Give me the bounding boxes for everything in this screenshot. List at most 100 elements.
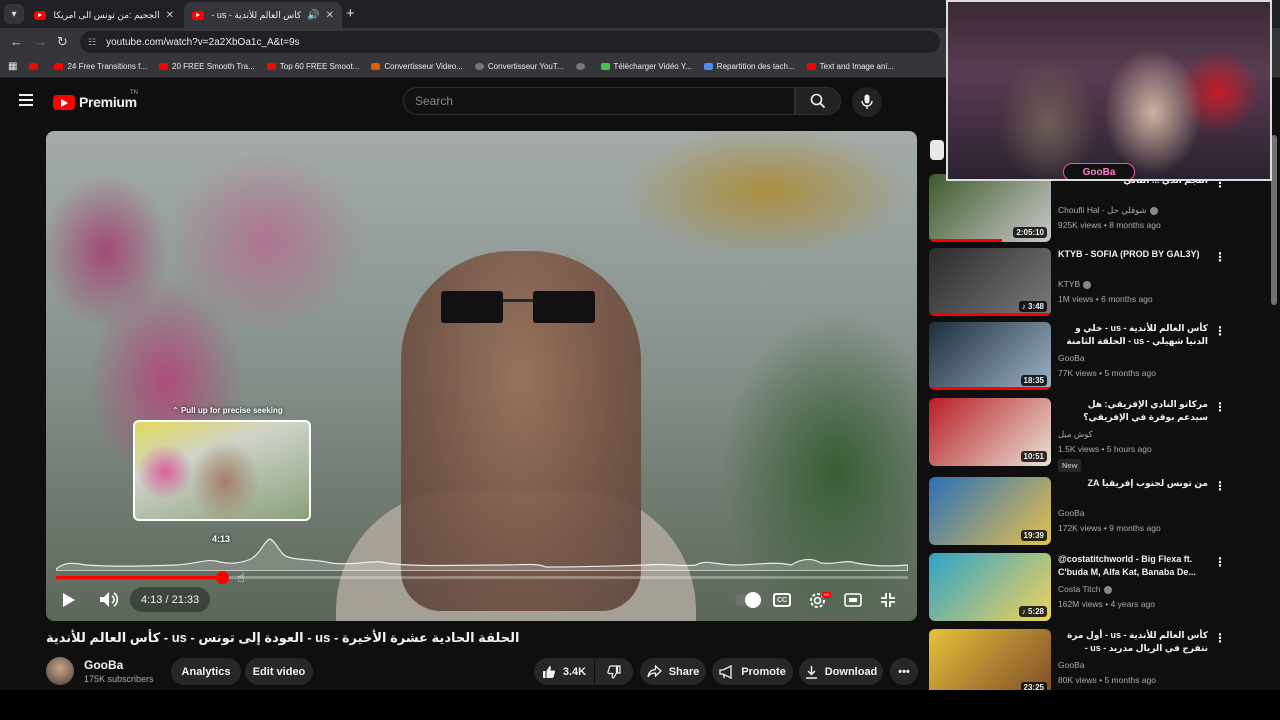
like-count: 3.4K — [562, 665, 587, 678]
recommended-video-channel[interactable]: Costa Titch — [1058, 584, 1112, 594]
recommended-video-title[interactable]: مركاتو النادي الإفريقي: هل سيدعم بوقرة ف… — [1058, 398, 1208, 425]
video-thumbnail[interactable]: ♪ 3:48 — [929, 248, 1051, 316]
url-bar[interactable]: ☷ youtube.com/watch?v=2a2XbOa1c_A&t=9s — [80, 31, 940, 53]
video-thumbnail[interactable]: 10:51 — [929, 398, 1051, 466]
recommended-video[interactable]: 23:25 كأس العالم للأندية - us - أول مرة ن… — [929, 629, 1249, 699]
play-icon[interactable] — [62, 592, 76, 608]
z-logo-icon — [371, 63, 381, 70]
recommended-video-meta: 162M views • 4 years ago — [1058, 599, 1155, 609]
bookmark-item[interactable]: 24 Free Transitions f... — [54, 62, 147, 71]
browser-tab-2-active[interactable]: كأس العالم للأندية - us - الع 🔊 ✕ — [184, 2, 342, 28]
recommended-video[interactable]: 18:35 كأس العالم للأندية - us - خلي و الد… — [929, 322, 1249, 392]
video-thumbnail[interactable]: 2:05:10 — [929, 174, 1051, 242]
video-thumbnail[interactable]: ♪ 5:28 — [929, 553, 1051, 621]
youtube-icon — [806, 63, 816, 70]
tab-close-icon[interactable]: ✕ — [166, 10, 174, 21]
tab-close-icon[interactable]: ✕ — [326, 10, 334, 21]
tab-search-button[interactable]: ▾ — [4, 4, 24, 24]
recommended-video-channel[interactable]: كوش ميل — [1058, 429, 1093, 440]
bookmark-item[interactable]: Top 60 FREE Smoot... — [266, 62, 359, 71]
recommended-video-title[interactable]: من تونس لجنوب إفريقيا ZA — [1058, 477, 1208, 490]
document-icon — [703, 63, 713, 70]
back-arrow-icon[interactable]: ← — [10, 34, 23, 49]
recommended-video[interactable]: 10:51 مركاتو النادي الإفريقي: هل سيدعم بو… — [929, 398, 1249, 472]
bookmark-item[interactable]: Télécharger Vidéo Y... — [600, 62, 692, 71]
recommended-video[interactable]: ♪ 5:28 @costatitchworld - Big Flexa ft. C… — [929, 553, 1249, 623]
bookmark-label: 24 Free Transitions f... — [67, 62, 148, 71]
autoplay-toggle[interactable] — [735, 592, 761, 608]
new-tab-button[interactable]: + — [346, 5, 355, 22]
more-vertical-icon[interactable]: ⋮ — [1214, 631, 1226, 645]
video-thumbnail[interactable]: 23:25 — [929, 629, 1051, 697]
menu-icon[interactable] — [19, 94, 33, 106]
theater-mode-icon[interactable] — [844, 593, 862, 607]
recommended-video-channel[interactable]: GooBa — [1058, 508, 1084, 518]
recommended-video-title[interactable]: @costatitchworld - Big Flexa ft. C'buda … — [1058, 553, 1208, 579]
progress-bar[interactable] — [56, 571, 908, 584]
more-vertical-icon[interactable]: ⋮ — [1214, 555, 1226, 569]
reload-icon[interactable]: ↻ — [57, 34, 68, 50]
new-badge: New — [1058, 459, 1082, 472]
browser-tab-1[interactable]: الجحيم :من تونس الى امريكا أخذتُ ✕ — [26, 2, 182, 28]
recommended-video-channel[interactable]: KTYB — [1058, 279, 1092, 289]
more-actions-button[interactable]: ••• — [890, 658, 918, 685]
video-duration: ♪ 5:28 — [1018, 606, 1047, 617]
promote-button[interactable]: Promote — [712, 658, 793, 685]
more-vertical-icon[interactable]: ⋮ — [1214, 400, 1226, 414]
bookmark-item[interactable]: Convertisseur YouT... — [474, 62, 564, 71]
volume-icon[interactable] — [99, 591, 118, 608]
recommended-video[interactable]: ♪ 3:48 KTYB - SOFIA (PROD BY GAL3Y) KTYB 1M… — [929, 248, 1249, 318]
channel-avatar[interactable] — [46, 657, 74, 685]
video-thumbnail[interactable]: 18:35 — [929, 322, 1051, 390]
dislike-button[interactable] — [595, 658, 633, 685]
bookmark-item[interactable]: Repartition des tach... — [703, 62, 795, 71]
recommended-video-channel[interactable]: Choufli Hal - شوفلي حل — [1058, 205, 1158, 216]
youtube-icon — [54, 63, 64, 70]
search-input[interactable]: Search — [403, 87, 795, 115]
more-vertical-icon[interactable]: ⋮ — [1214, 479, 1226, 493]
recommended-video-title[interactable]: كأس العالم للأندية - us - خلي و الدنيا ش… — [1058, 322, 1208, 348]
bookmark-item[interactable]: 20 FREE Smooth Tra... — [159, 62, 255, 71]
download-button[interactable]: Download — [799, 658, 883, 685]
recommended-video-meta: 1M views • 6 months ago — [1058, 294, 1153, 304]
channel-name[interactable]: GooBa — [84, 658, 123, 672]
recommended-video-title[interactable]: كأس العالم للأندية - us - أول مرة نتفرج … — [1058, 629, 1208, 656]
recommended-video-title[interactable]: KTYB - SOFIA (PROD BY GAL3Y) — [1058, 248, 1208, 261]
speaker-icon[interactable]: 🔊 — [307, 10, 319, 21]
more-vertical-icon[interactable]: ⋮ — [1214, 324, 1226, 338]
more-vertical-icon[interactable]: ⋮ — [1214, 250, 1226, 264]
logo-text: Premium — [79, 94, 137, 110]
youtube-logo-icon — [53, 94, 75, 110]
bookmark-item[interactable]: Convertisseur Video... — [371, 62, 463, 71]
bookmark-item[interactable]: Text and Image ani... — [806, 62, 894, 71]
seek-hint: ⌃ Pull up for precise seeking — [172, 406, 283, 415]
sidebar-chip[interactable] — [930, 140, 944, 160]
analytics-button[interactable]: Analytics — [171, 658, 241, 685]
streamer-webcam-overlay: GooBa — [946, 0, 1272, 181]
voice-search-button[interactable] — [852, 87, 882, 117]
site-info-icon[interactable]: ☷ — [88, 37, 96, 48]
bookmark-item[interactable] — [575, 63, 589, 70]
bookmark-item[interactable] — [29, 63, 42, 70]
edit-video-button[interactable]: Edit video — [245, 658, 313, 685]
duration: 21:33 — [171, 593, 200, 606]
like-button[interactable]: 3.4K — [534, 658, 594, 685]
search-button[interactable] — [795, 87, 841, 115]
bottom-letterbox — [0, 690, 1280, 720]
recommended-video[interactable]: 2:05:10النجم الذي ... التاليChoufli Hal … — [929, 174, 1249, 244]
recommended-video[interactable]: 19:39 من تونس لجنوب إفريقيا ZA GooBa 172K v… — [929, 477, 1249, 547]
recommended-video-channel[interactable]: GooBa — [1058, 660, 1084, 670]
youtube-premium-logo[interactable]: Premium TN — [53, 90, 138, 110]
forward-arrow-icon[interactable]: → — [34, 34, 47, 49]
video-duration: ♪ 3:48 — [1018, 301, 1047, 312]
share-button[interactable]: Share — [640, 658, 706, 685]
edit-video-label: Edit video — [252, 665, 306, 678]
fullscreen-exit-icon[interactable] — [880, 592, 896, 608]
subtitles-icon[interactable]: CC — [773, 593, 791, 607]
apps-grid-icon[interactable]: ▦ — [8, 61, 17, 72]
video-thumbnail[interactable]: 19:39 — [929, 477, 1051, 545]
megaphone-icon — [719, 664, 732, 679]
bookmark-label: 20 FREE Smooth Tra... — [172, 62, 255, 71]
video-duration: 19:39 — [1020, 530, 1047, 541]
recommended-video-channel[interactable]: GooBa — [1058, 353, 1084, 363]
